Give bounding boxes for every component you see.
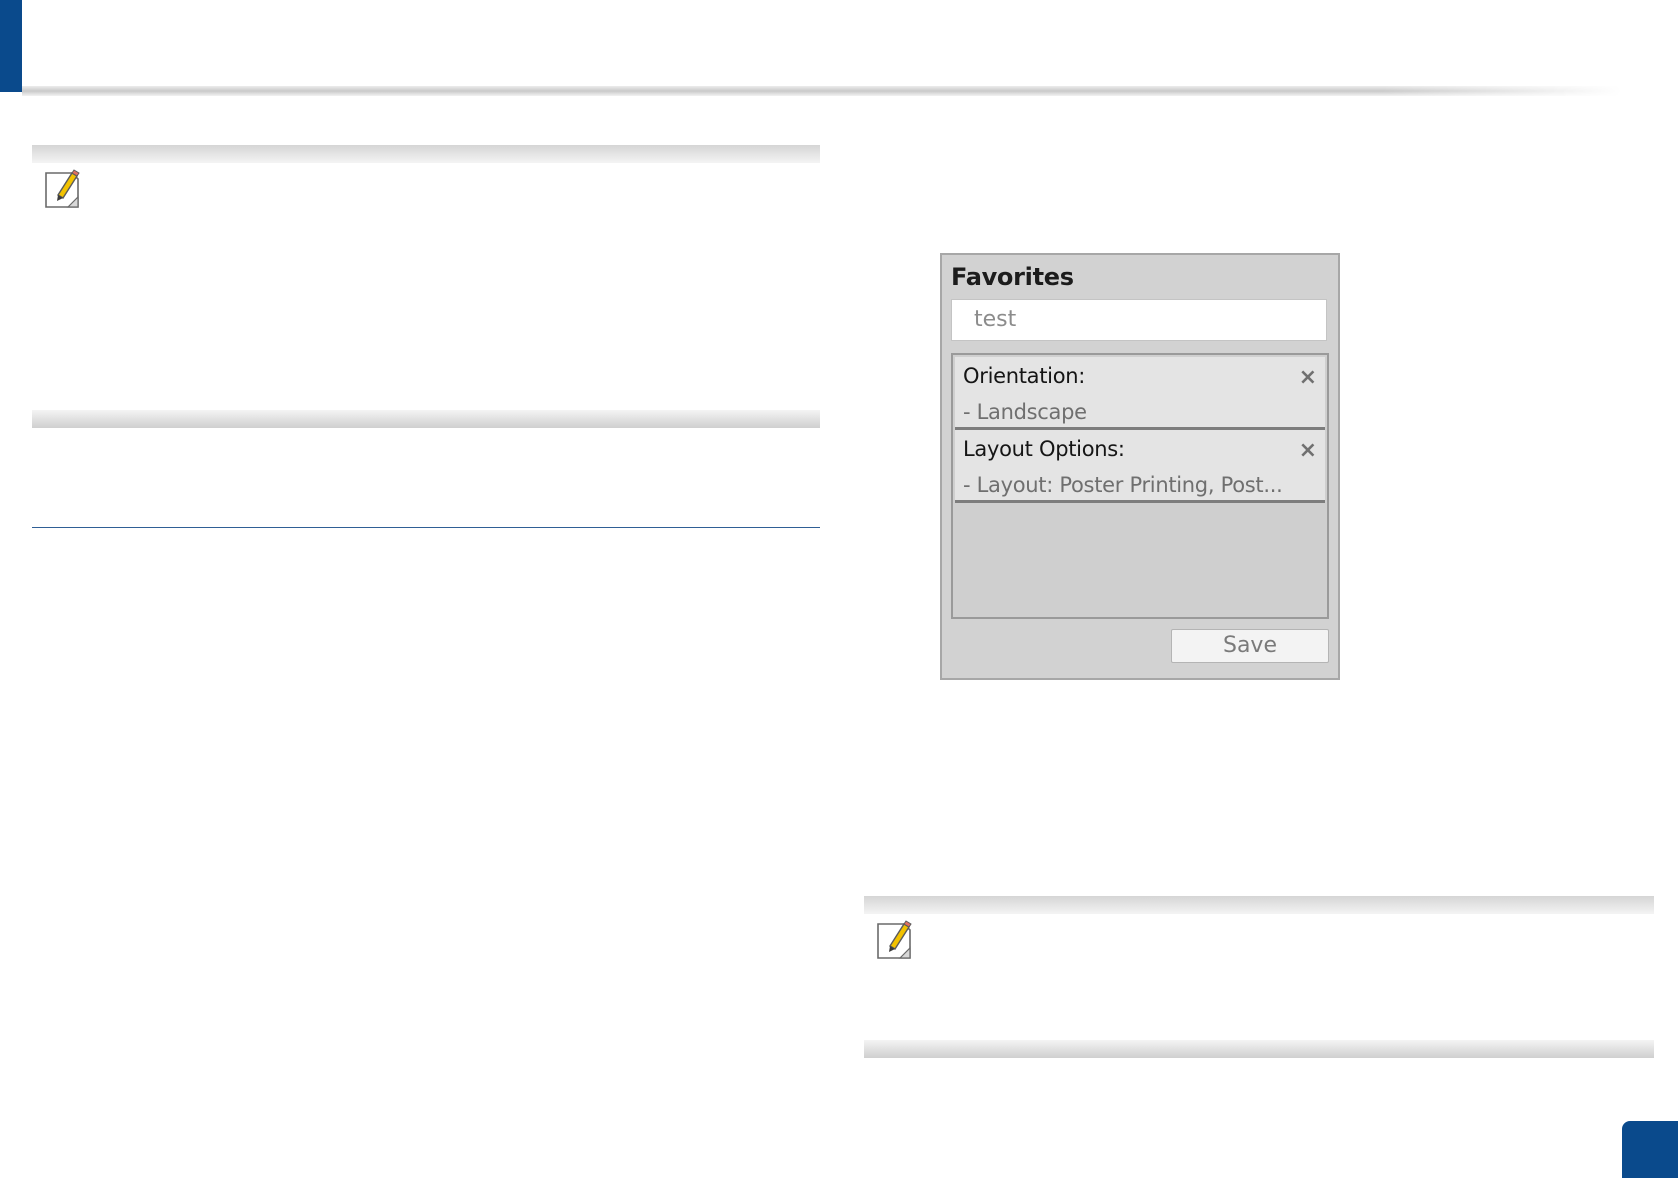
note-pencil-icon [877, 920, 912, 959]
list-item-orientation[interactable]: Orientation: - Landscape × [955, 357, 1325, 430]
header-rule [22, 86, 1622, 96]
favorites-name-input[interactable]: test [951, 299, 1327, 341]
note-bottom-bar [32, 410, 820, 428]
note-box-left [32, 145, 820, 428]
setting-label: Layout Options: [963, 437, 1125, 461]
note-top-bar [864, 896, 1654, 914]
note-bottom-bar [864, 1040, 1654, 1058]
section-divider [32, 527, 820, 528]
close-icon[interactable]: × [1299, 438, 1317, 463]
close-icon[interactable]: × [1299, 365, 1317, 390]
save-button[interactable]: Save [1171, 629, 1329, 663]
header-accent-bar [0, 0, 22, 92]
favorites-title: Favorites [951, 263, 1074, 291]
note-pencil-icon [45, 169, 80, 208]
favorites-panel: Favorites test Orientation: - Landscape … [940, 253, 1340, 680]
setting-label: Orientation: [963, 364, 1086, 388]
setting-value: - Landscape [963, 400, 1087, 424]
setting-value: - Layout: Poster Printing, Post... [963, 473, 1283, 497]
note-box-right [864, 896, 1654, 1058]
list-item-layout-options[interactable]: Layout Options: - Layout: Poster Printin… [955, 430, 1325, 503]
note-top-bar [32, 145, 820, 163]
page-number-badge [1622, 1121, 1678, 1178]
favorites-settings-list: Orientation: - Landscape × Layout Option… [951, 353, 1329, 619]
